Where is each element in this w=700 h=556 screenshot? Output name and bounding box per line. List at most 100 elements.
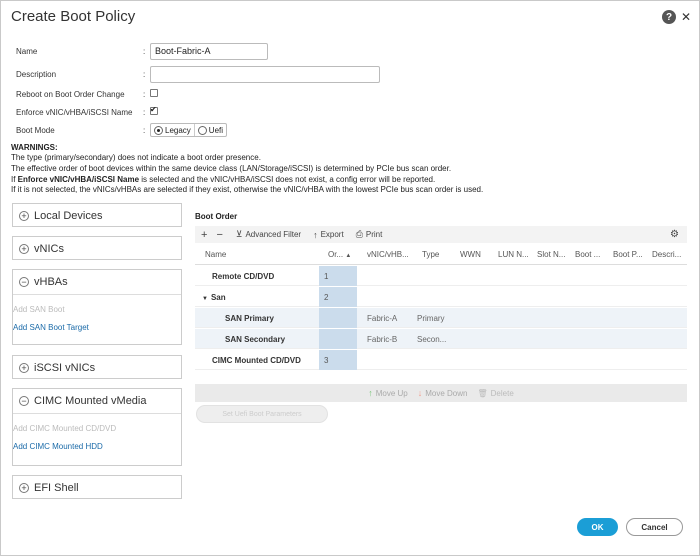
set-uefi-boot-parameters-button[interactable]: Set Uefi Boot Parameters xyxy=(196,405,328,423)
efi-shell-header[interactable]: + EFI Shell xyxy=(13,476,181,500)
remove-icon[interactable]: − xyxy=(216,229,222,241)
export-icon: ↑ xyxy=(313,229,318,240)
colon: : xyxy=(143,70,146,79)
order-cell xyxy=(319,329,357,349)
warning-line: The type (primary/secondary) does not in… xyxy=(11,153,261,162)
table-row[interactable]: SAN Secondary Fabric-B Secon... xyxy=(195,329,687,349)
reboot-label: Reboot on Boot Order Change xyxy=(16,89,125,99)
add-icon[interactable]: + xyxy=(201,229,207,241)
colon: : xyxy=(143,47,146,56)
table-row[interactable]: Remote CD/DVD 1 xyxy=(195,266,687,286)
help-icon[interactable]: ? xyxy=(662,10,676,24)
iscsi-vnics-panel: + iSCSI vNICs xyxy=(12,355,182,379)
column-header[interactable]: WWN xyxy=(460,250,481,259)
iscsi-vnics-label: iSCSI vNICs xyxy=(34,362,96,374)
move-down-button[interactable]: ↓ Move Down xyxy=(418,388,468,398)
column-header[interactable]: Type xyxy=(422,250,439,259)
cancel-button[interactable]: Cancel xyxy=(626,518,683,536)
column-header-label: Or... xyxy=(328,250,344,259)
column-header[interactable]: Slot N... xyxy=(537,250,565,259)
print-icon: ⎙ xyxy=(355,229,363,239)
column-header[interactable]: Descri... xyxy=(652,250,681,259)
name-label: Name xyxy=(16,46,38,56)
dialog-title: Create Boot Policy xyxy=(11,8,136,25)
ok-button[interactable]: OK xyxy=(577,518,618,536)
add-san-boot-link[interactable]: Add SAN Boot xyxy=(13,305,65,314)
chevron-down-icon[interactable]: ▼ xyxy=(202,296,208,302)
vnics-header[interactable]: + vNICs xyxy=(13,237,181,261)
advanced-filter-button[interactable]: ⊻ Advanced Filter xyxy=(236,229,301,240)
expand-icon: + xyxy=(19,363,29,373)
row-vnic: Fabric-B xyxy=(367,335,398,344)
row-name: Remote CD/DVD xyxy=(212,272,275,281)
table-row[interactable]: SAN Primary Fabric-A Primary xyxy=(195,308,687,328)
cimc-vmedia-label: CIMC Mounted vMedia xyxy=(34,395,147,407)
boot-mode-legacy[interactable]: Legacy xyxy=(151,124,195,136)
boot-mode-uefi[interactable]: Uefi xyxy=(195,124,226,136)
add-cimc-hdd-link[interactable]: Add CIMC Mounted HDD xyxy=(13,442,103,451)
boot-mode-label: Boot Mode xyxy=(16,125,55,135)
row-name: ▼ San xyxy=(202,293,226,302)
row-name-label: San xyxy=(210,293,226,302)
row-name: SAN Primary xyxy=(225,314,274,323)
column-header[interactable]: Or... ▲ xyxy=(328,250,351,259)
panel-divider xyxy=(13,294,181,295)
boot-order-action-bar: ↑ Move Up ↓ Move Down 🗑 Delete xyxy=(195,384,687,402)
vhbas-header[interactable]: − vHBAs xyxy=(13,270,181,294)
filter-icon: ⊻ xyxy=(235,229,243,239)
boot-order-table-header: Name Or... ▲ vNIC/vHB... Type WWN LUN N.… xyxy=(195,245,687,265)
column-header[interactable]: Boot ... xyxy=(575,250,600,259)
add-san-boot-target-link[interactable]: Add SAN Boot Target xyxy=(13,323,89,332)
boot-mode-uefi-label: Uefi xyxy=(208,125,224,135)
boot-mode-radio-group: Legacy Uefi xyxy=(150,123,228,137)
column-header[interactable]: Name xyxy=(205,250,226,259)
panel-divider xyxy=(13,413,181,414)
move-up-label: Move Up xyxy=(375,388,408,398)
expand-icon: + xyxy=(19,244,29,254)
expand-icon: + xyxy=(19,211,29,221)
column-header[interactable]: Boot P... xyxy=(613,250,643,259)
row-type: Secon... xyxy=(417,335,447,344)
trash-icon: 🗑 xyxy=(477,388,488,398)
table-row[interactable]: CIMC Mounted CD/DVD 3 xyxy=(195,350,687,370)
colon: : xyxy=(143,108,146,117)
enforce-checkbox[interactable] xyxy=(150,105,158,115)
add-cimc-cd-link[interactable]: Add CIMC Mounted CD/DVD xyxy=(13,424,116,433)
gear-icon[interactable]: ⚙ xyxy=(670,229,679,240)
close-icon[interactable]: ✕ xyxy=(679,10,693,24)
radio-selected-icon xyxy=(154,125,163,135)
sort-asc-icon: ▲ xyxy=(345,253,352,259)
collapse-icon: − xyxy=(19,396,29,406)
cimc-vmedia-header[interactable]: − CIMC Mounted vMedia xyxy=(13,389,181,413)
enforce-label: Enforce vNIC/vHBA/iSCSI Name xyxy=(16,107,133,117)
reboot-checkbox[interactable] xyxy=(150,89,158,97)
warning-bold-text: Enforce vNIC/vHBA/iSCSI Name xyxy=(17,175,140,184)
row-vnic: Fabric-A xyxy=(367,314,398,323)
row-name: CIMC Mounted CD/DVD xyxy=(212,356,301,365)
move-up-button[interactable]: ↑ Move Up xyxy=(368,388,408,398)
local-devices-panel: + Local Devices xyxy=(12,203,182,227)
table-row[interactable]: ▼ San 2 xyxy=(195,287,687,307)
order-cell: 2 xyxy=(319,287,357,307)
arrow-up-icon: ↑ xyxy=(368,388,373,398)
warning-line: If it is not selected, the vNICs/vHBAs a… xyxy=(11,185,484,194)
radio-unselected-icon xyxy=(197,125,207,135)
efi-shell-label: EFI Shell xyxy=(34,482,79,494)
boot-mode-legacy-label: Legacy xyxy=(165,125,191,135)
vnics-label: vNICs xyxy=(34,243,64,255)
print-button[interactable]: ⎙ Print xyxy=(356,229,383,240)
description-input[interactable] xyxy=(150,66,380,83)
iscsi-vnics-header[interactable]: + iSCSI vNICs xyxy=(13,356,181,380)
column-header[interactable]: vNIC/vHB... xyxy=(367,250,409,259)
local-devices-header[interactable]: + Local Devices xyxy=(13,204,181,228)
order-cell: 1 xyxy=(319,266,357,286)
row-name: SAN Secondary xyxy=(225,335,286,344)
warning-line: If Enforce vNIC/vHBA/iSCSI Name is selec… xyxy=(11,175,435,184)
column-header[interactable]: LUN N... xyxy=(498,250,529,259)
boot-order-toolbar: + − ⊻ Advanced Filter ↑ Export ⎙ Print ⚙ xyxy=(195,226,687,243)
name-input[interactable]: Boot-Fabric-A xyxy=(150,43,268,60)
vhbas-label: vHBAs xyxy=(34,276,68,288)
delete-button[interactable]: 🗑 Delete xyxy=(477,389,513,398)
export-button[interactable]: ↑ Export xyxy=(313,230,344,240)
create-boot-policy-dialog: Create Boot Policy ? ✕ Name : Boot-Fabri… xyxy=(0,0,700,556)
